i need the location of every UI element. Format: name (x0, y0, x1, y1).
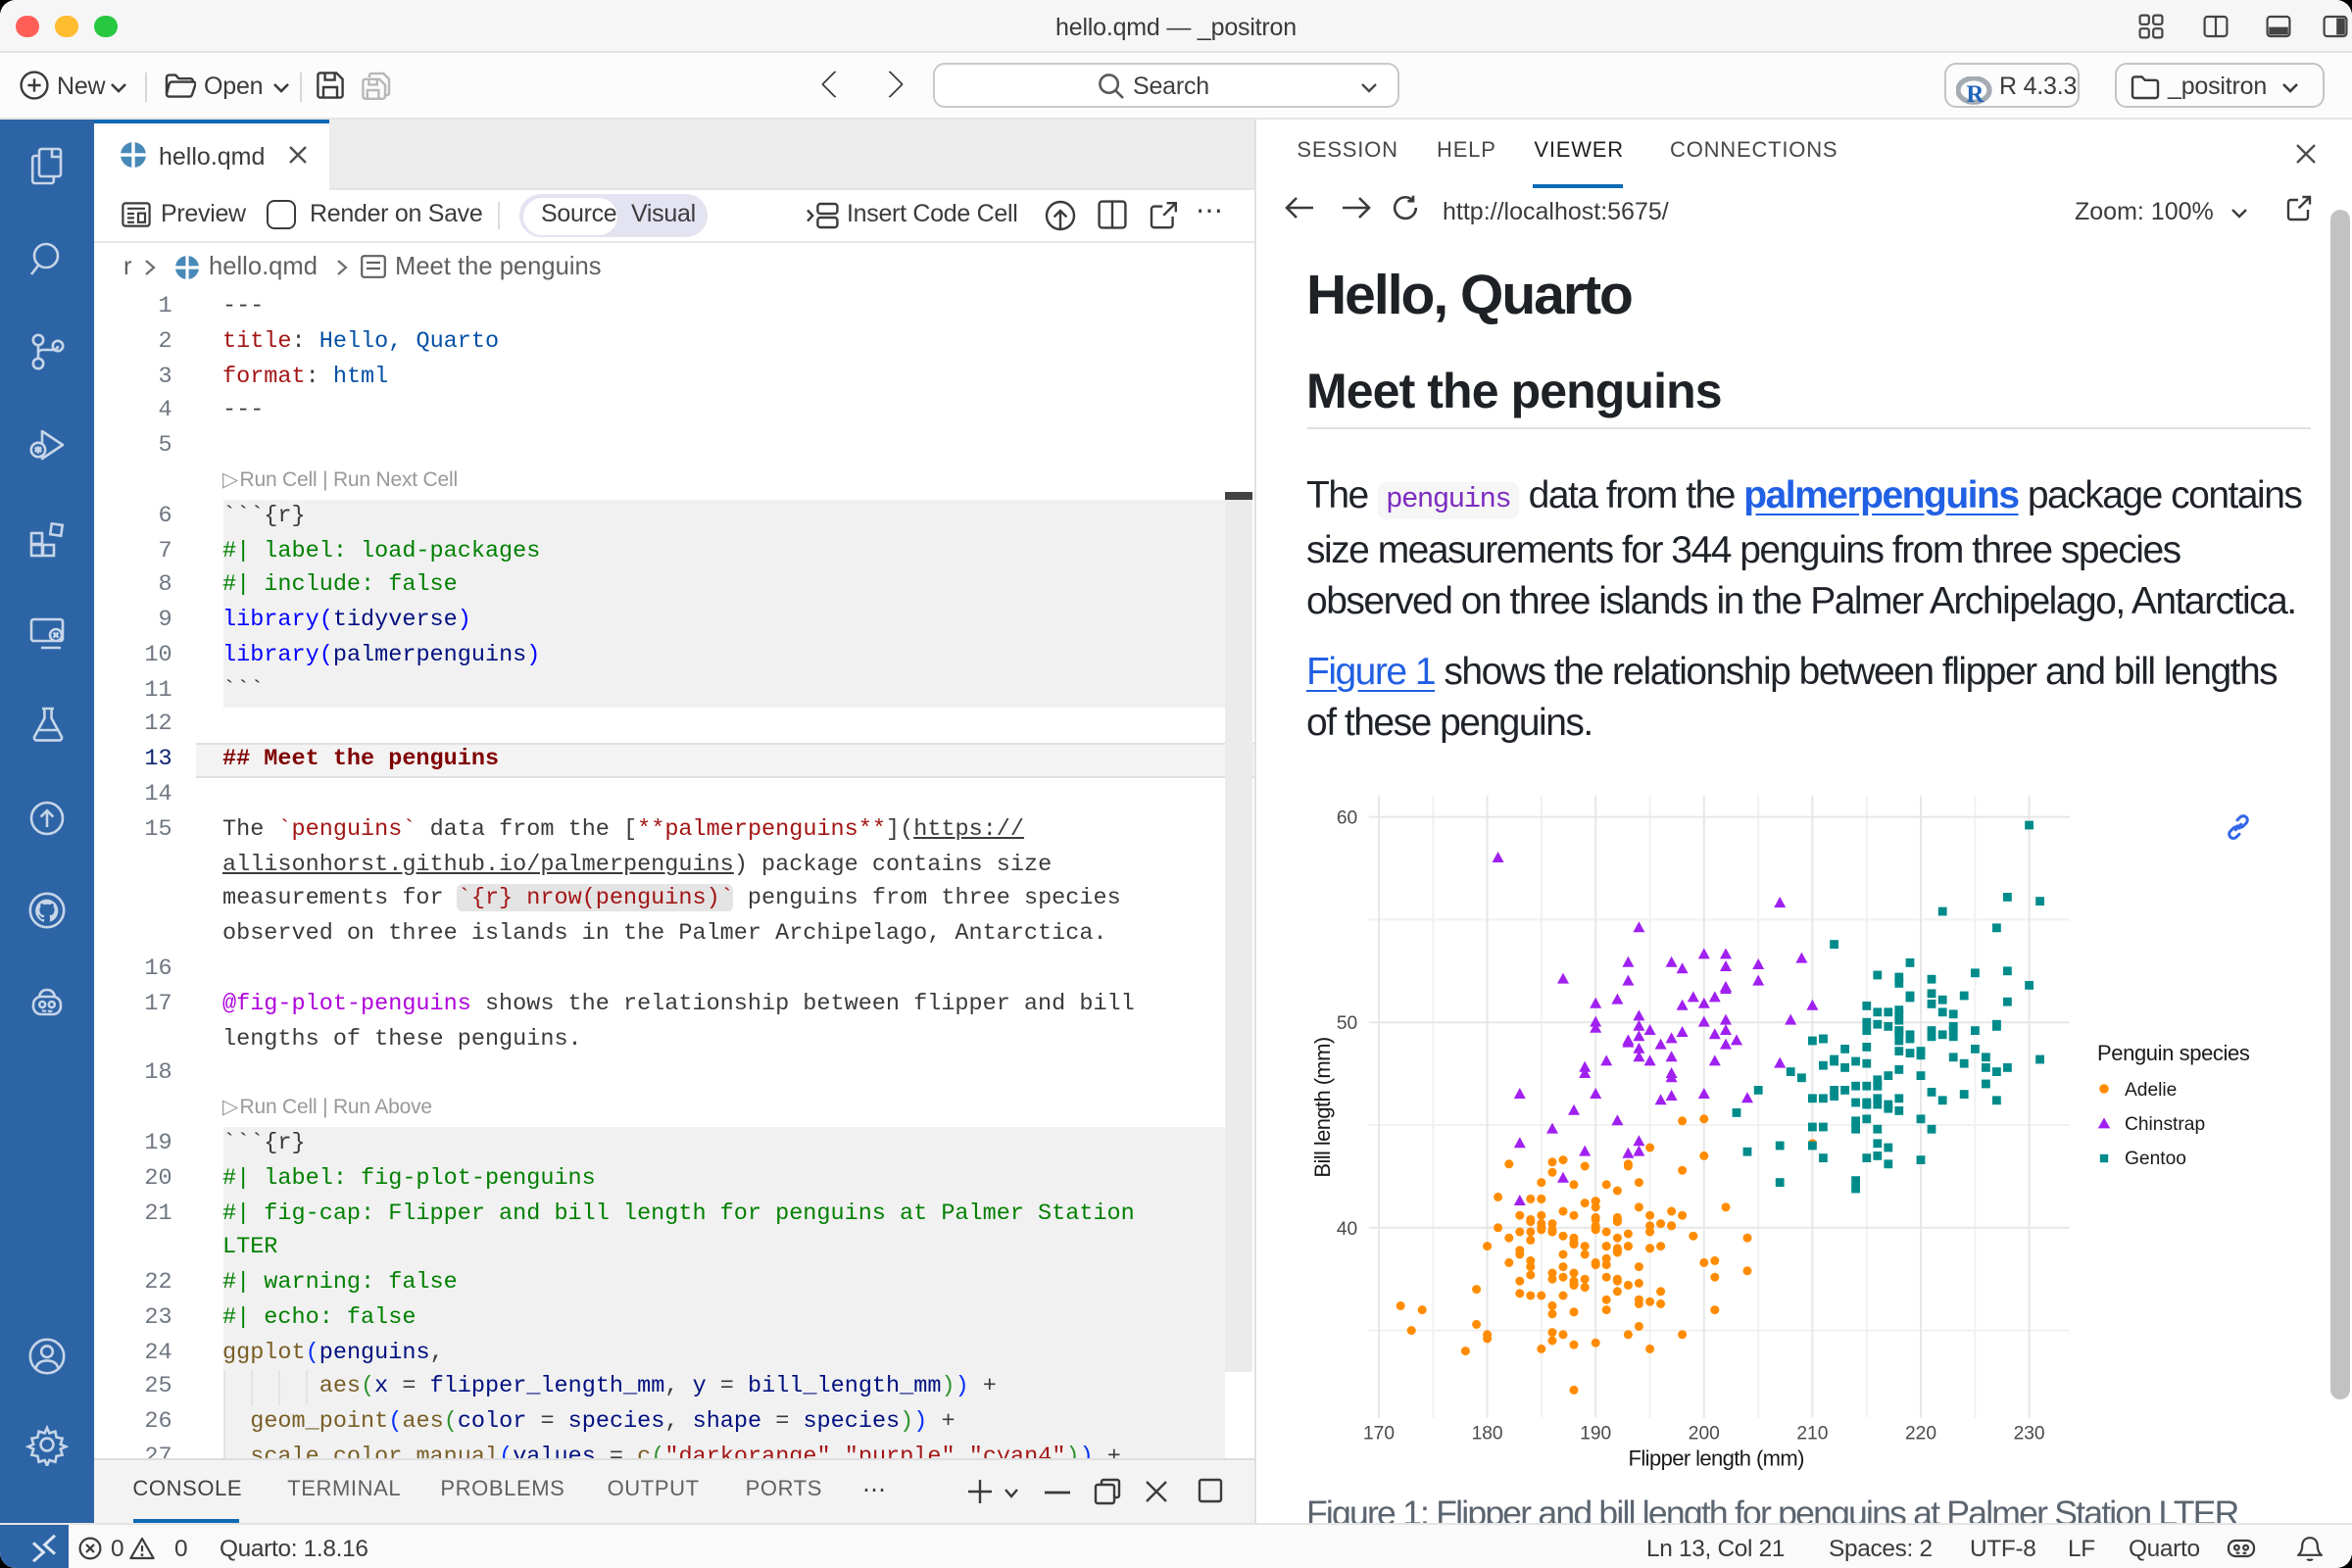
svg-text:50: 50 (1337, 1013, 1357, 1034)
svg-text:Flipper length (mm): Flipper length (mm) (1629, 1446, 1804, 1471)
svg-text:Gentoo: Gentoo (2125, 1149, 2186, 1169)
svg-text:40: 40 (1337, 1219, 1357, 1240)
svg-text:200: 200 (1689, 1423, 1720, 1444)
svg-text:Chinstrap: Chinstrap (2125, 1114, 2205, 1135)
svg-text:180: 180 (1472, 1423, 1503, 1444)
svg-text:R: R (1966, 80, 1984, 107)
svg-text:Bill length (mm): Bill length (mm) (1310, 1037, 1335, 1177)
svg-text:Adelie: Adelie (2125, 1080, 2177, 1101)
svg-text:170: 170 (1363, 1423, 1395, 1444)
svg-text:210: 210 (1796, 1423, 1828, 1444)
svg-text:60: 60 (1337, 808, 1357, 829)
svg-text:230: 230 (2014, 1423, 2045, 1444)
svg-text:Penguin species: Penguin species (2097, 1041, 2250, 1065)
svg-text:220: 220 (1905, 1423, 1936, 1444)
svg-text:190: 190 (1580, 1423, 1611, 1444)
